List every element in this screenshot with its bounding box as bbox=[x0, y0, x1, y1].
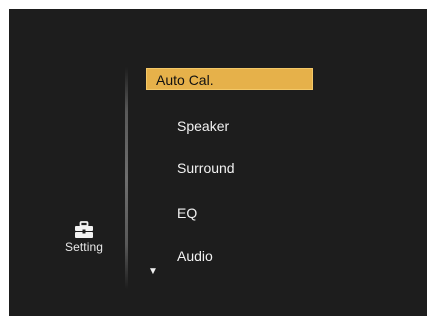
menu-item-surround[interactable]: Surround bbox=[177, 157, 235, 179]
menu-item-label: Auto Cal. bbox=[156, 72, 214, 88]
setup-menu-screen: Setting Auto Cal. Speaker Surround EQ Au… bbox=[9, 9, 427, 316]
toolbox-icon bbox=[75, 221, 93, 238]
menu-item-speaker[interactable]: Speaker bbox=[177, 115, 229, 137]
setting-category[interactable]: Setting bbox=[49, 221, 119, 254]
menu-item-eq[interactable]: EQ bbox=[177, 202, 197, 224]
menu-item-auto-cal[interactable]: Auto Cal. bbox=[146, 68, 313, 90]
menu-divider bbox=[125, 67, 128, 289]
menu-item-label: Surround bbox=[177, 160, 235, 176]
menu-item-label: Speaker bbox=[177, 118, 230, 134]
menu-item-audio[interactable]: Audio bbox=[177, 245, 213, 267]
scroll-down-icon[interactable]: ▼ bbox=[148, 267, 158, 277]
category-label: Setting bbox=[64, 240, 104, 254]
menu-item-label: Audio bbox=[177, 248, 213, 264]
menu-item-label: EQ bbox=[177, 205, 198, 221]
